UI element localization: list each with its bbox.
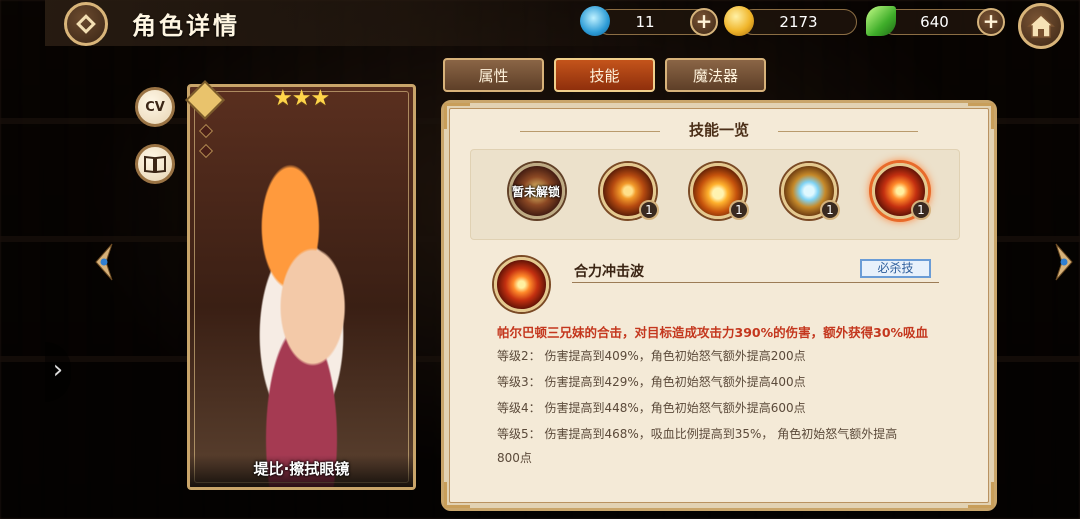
skill-type-badge: 必杀技: [860, 259, 931, 278]
rank-gem-icon: [198, 143, 214, 159]
skill-level-4-text: 等级4： 伤害提高到448%，角色初始怒气额外提高600点: [497, 401, 806, 415]
cv-button[interactable]: CV: [135, 87, 175, 127]
book-icon: [144, 155, 166, 173]
skill-level-5-text-continued: 800点: [497, 451, 532, 465]
cv-label: CV: [145, 99, 165, 115]
story-book-button[interactable]: [135, 144, 175, 184]
resource-value: 640: [920, 13, 949, 31]
gold-coin-icon: [724, 6, 754, 36]
next-character-arrow[interactable]: [1054, 242, 1076, 282]
green-gem-icon: [866, 6, 896, 36]
home-button[interactable]: [1018, 3, 1064, 49]
home-icon: [1027, 13, 1055, 38]
card-frame: [194, 91, 409, 483]
tab-attributes[interactable]: 属性: [443, 58, 544, 92]
character-card: [187, 84, 416, 490]
locked-label: 暂未解锁: [511, 185, 560, 199]
tab-skills[interactable]: 技能: [554, 58, 655, 92]
add-shrimp-button[interactable]: +: [690, 8, 718, 36]
panel-corner-ornament: [968, 482, 994, 508]
skill-level-badge: 1: [639, 200, 659, 220]
page-title: 角色详情: [132, 12, 240, 40]
skill-name-underline: [572, 282, 939, 283]
rank-gem-icon: [198, 123, 214, 139]
resource-gold-counter: 2173: [740, 9, 857, 35]
selected-skill-icon: [494, 257, 549, 312]
skill-level-2-text: 等级2： 伤害提高到409%，角色初始怒气额外提高200点: [497, 349, 806, 363]
shrimp-icon: [580, 6, 610, 36]
rarity-stars: ★★★: [273, 86, 330, 111]
back-button[interactable]: [64, 2, 108, 46]
back-icon: [76, 14, 96, 34]
skill-level-badge: 1: [911, 200, 931, 220]
resource-value: 2173: [779, 13, 818, 31]
tab-magic-items[interactable]: 魔法器: [665, 58, 766, 92]
resource-value: 11: [635, 13, 655, 31]
skill-description: 帕尔巴顿三兄妹的合击，对目标造成攻击力390%的伤害，额外获得30%吸血: [497, 325, 929, 340]
skill-level-badge: 1: [820, 200, 840, 220]
add-gem-button[interactable]: +: [977, 8, 1005, 36]
skill-level-5-text: 等级5： 伤害提高到468%，吸血比例提高到35%， 角色初始怒气额外提高: [497, 427, 898, 441]
skill-level-badge: 1: [729, 200, 749, 220]
skill-level-3-text: 等级3： 伤害提高到429%，角色初始怒气额外提高400点: [497, 375, 806, 389]
skill-name: 合力冲击波: [574, 264, 644, 280]
character-name: 堤比·擦拭眼镜: [253, 460, 350, 478]
panel-corner-ornament: [444, 482, 470, 508]
previous-character-arrow[interactable]: [92, 242, 114, 282]
skills-overview-title: 技能一览: [688, 121, 749, 139]
card-rank-gems: [198, 123, 214, 166]
